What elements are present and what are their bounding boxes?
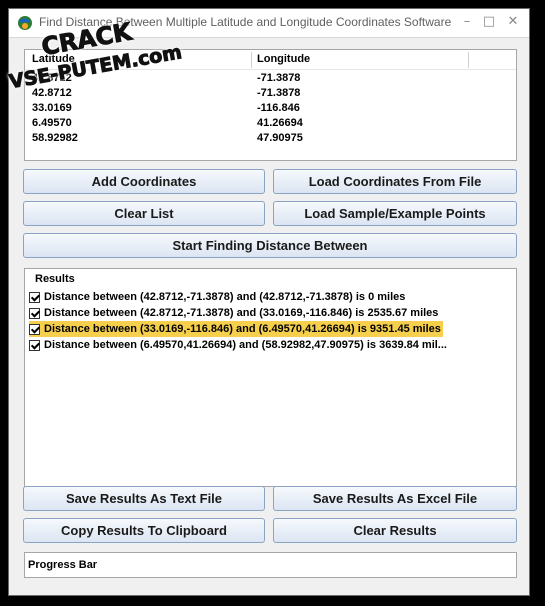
checkbox-checked-icon[interactable]: [29, 339, 40, 351]
result-row[interactable]: Distance between (42.8712,-71.3878) and …: [29, 289, 405, 305]
longitude-cell[interactable]: -71.3878: [257, 87, 300, 99]
result-text: Distance between (42.8712,-71.3878) and …: [44, 307, 439, 319]
start-finding-distance-button[interactable]: Start Finding Distance Between: [23, 233, 517, 258]
add-coordinates-button[interactable]: Add Coordinates: [23, 169, 265, 194]
longitude-cell[interactable]: 47.90975: [257, 132, 303, 144]
close-button[interactable]: ✕: [503, 13, 523, 31]
checkbox-checked-icon[interactable]: [29, 323, 40, 335]
longitude-cell[interactable]: 41.26694: [257, 117, 303, 129]
clear-results-button[interactable]: Clear Results: [273, 518, 517, 543]
copy-clipboard-button[interactable]: Copy Results To Clipboard: [23, 518, 265, 543]
longitude-cell[interactable]: -71.3878: [257, 72, 300, 84]
column-divider: [251, 52, 252, 68]
longitude-cell[interactable]: -116.846: [257, 102, 300, 114]
latitude-cell[interactable]: 58.92982: [32, 132, 78, 144]
maximize-button[interactable]: □: [479, 13, 499, 31]
checkbox-checked-icon[interactable]: [29, 291, 40, 303]
save-excel-file-button[interactable]: Save Results As Excel File: [273, 486, 517, 511]
load-sample-button[interactable]: Load Sample/Example Points: [273, 201, 517, 226]
result-row-selected[interactable]: Distance between (33.0169,-116.846) and …: [29, 321, 443, 337]
clear-list-button[interactable]: Clear List: [23, 201, 265, 226]
checkbox-checked-icon[interactable]: [29, 307, 40, 319]
latitude-cell[interactable]: 6.49570: [32, 117, 72, 129]
progress-label: Progress Bar: [28, 559, 98, 571]
results-list[interactable]: Results Distance between (42.8712,-71.38…: [24, 268, 517, 487]
column-divider: [468, 52, 469, 68]
app-globe-icon: [18, 16, 32, 30]
result-text: Distance between (33.0169,-116.846) and …: [44, 323, 441, 335]
results-header: Results: [35, 273, 75, 285]
result-text: Distance between (6.49570,41.26694) and …: [44, 339, 447, 351]
result-row[interactable]: Distance between (6.49570,41.26694) and …: [29, 337, 447, 353]
load-from-file-button[interactable]: Load Coordinates From File: [273, 169, 517, 194]
column-header-longitude[interactable]: Longitude: [257, 53, 310, 65]
save-text-file-button[interactable]: Save Results As Text File: [23, 486, 265, 511]
progress-bar: Progress Bar: [24, 552, 517, 578]
result-row[interactable]: Distance between (42.8712,-71.3878) and …: [29, 305, 438, 321]
minimize-button[interactable]: –: [457, 13, 477, 31]
result-text: Distance between (42.8712,-71.3878) and …: [44, 291, 406, 303]
